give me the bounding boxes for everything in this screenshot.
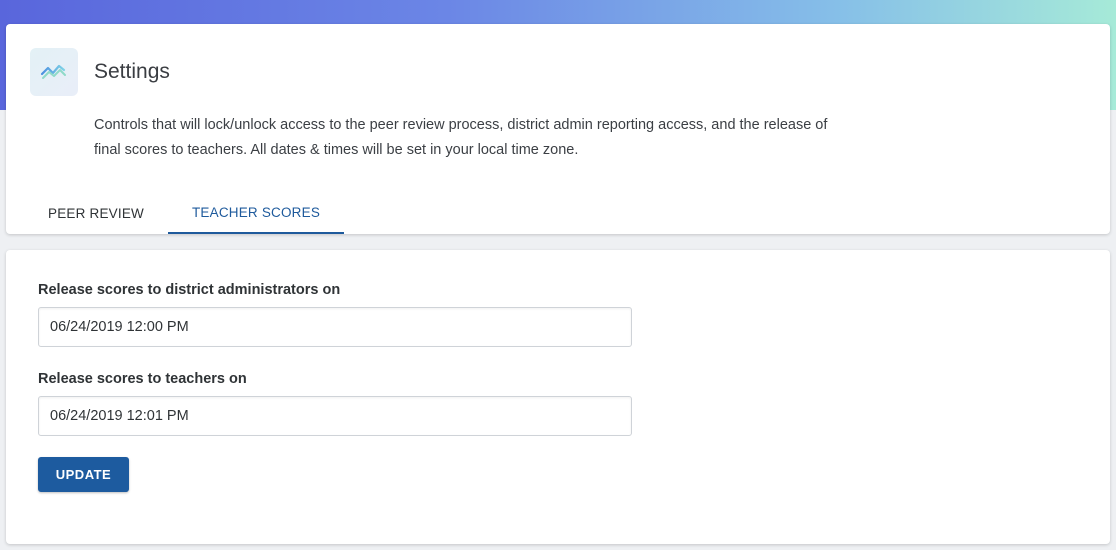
settings-description: Controls that will lock/unlock access to… [94,117,828,158]
tab-teacher-scores[interactable]: TEACHER SCORES [167,192,345,234]
update-button[interactable]: UPDATE [38,457,129,492]
district-admin-release-input[interactable] [38,307,632,347]
district-admin-release-label: Release scores to district administrator… [38,282,341,298]
page-title: Settings [94,60,170,83]
teacher-scores-form-card: Release scores to district administrator… [6,250,1110,544]
settings-tabs: PEER REVIEW TEACHER SCORES [24,192,345,234]
trend-chart-icon [40,64,66,79]
tab-peer-review[interactable]: PEER REVIEW [24,192,168,234]
teachers-release-label: Release scores to teachers on [38,371,247,387]
teachers-release-input[interactable] [38,396,632,436]
app-logo [30,48,78,96]
settings-header-card: Settings Controls that will lock/unlock … [6,24,1110,234]
